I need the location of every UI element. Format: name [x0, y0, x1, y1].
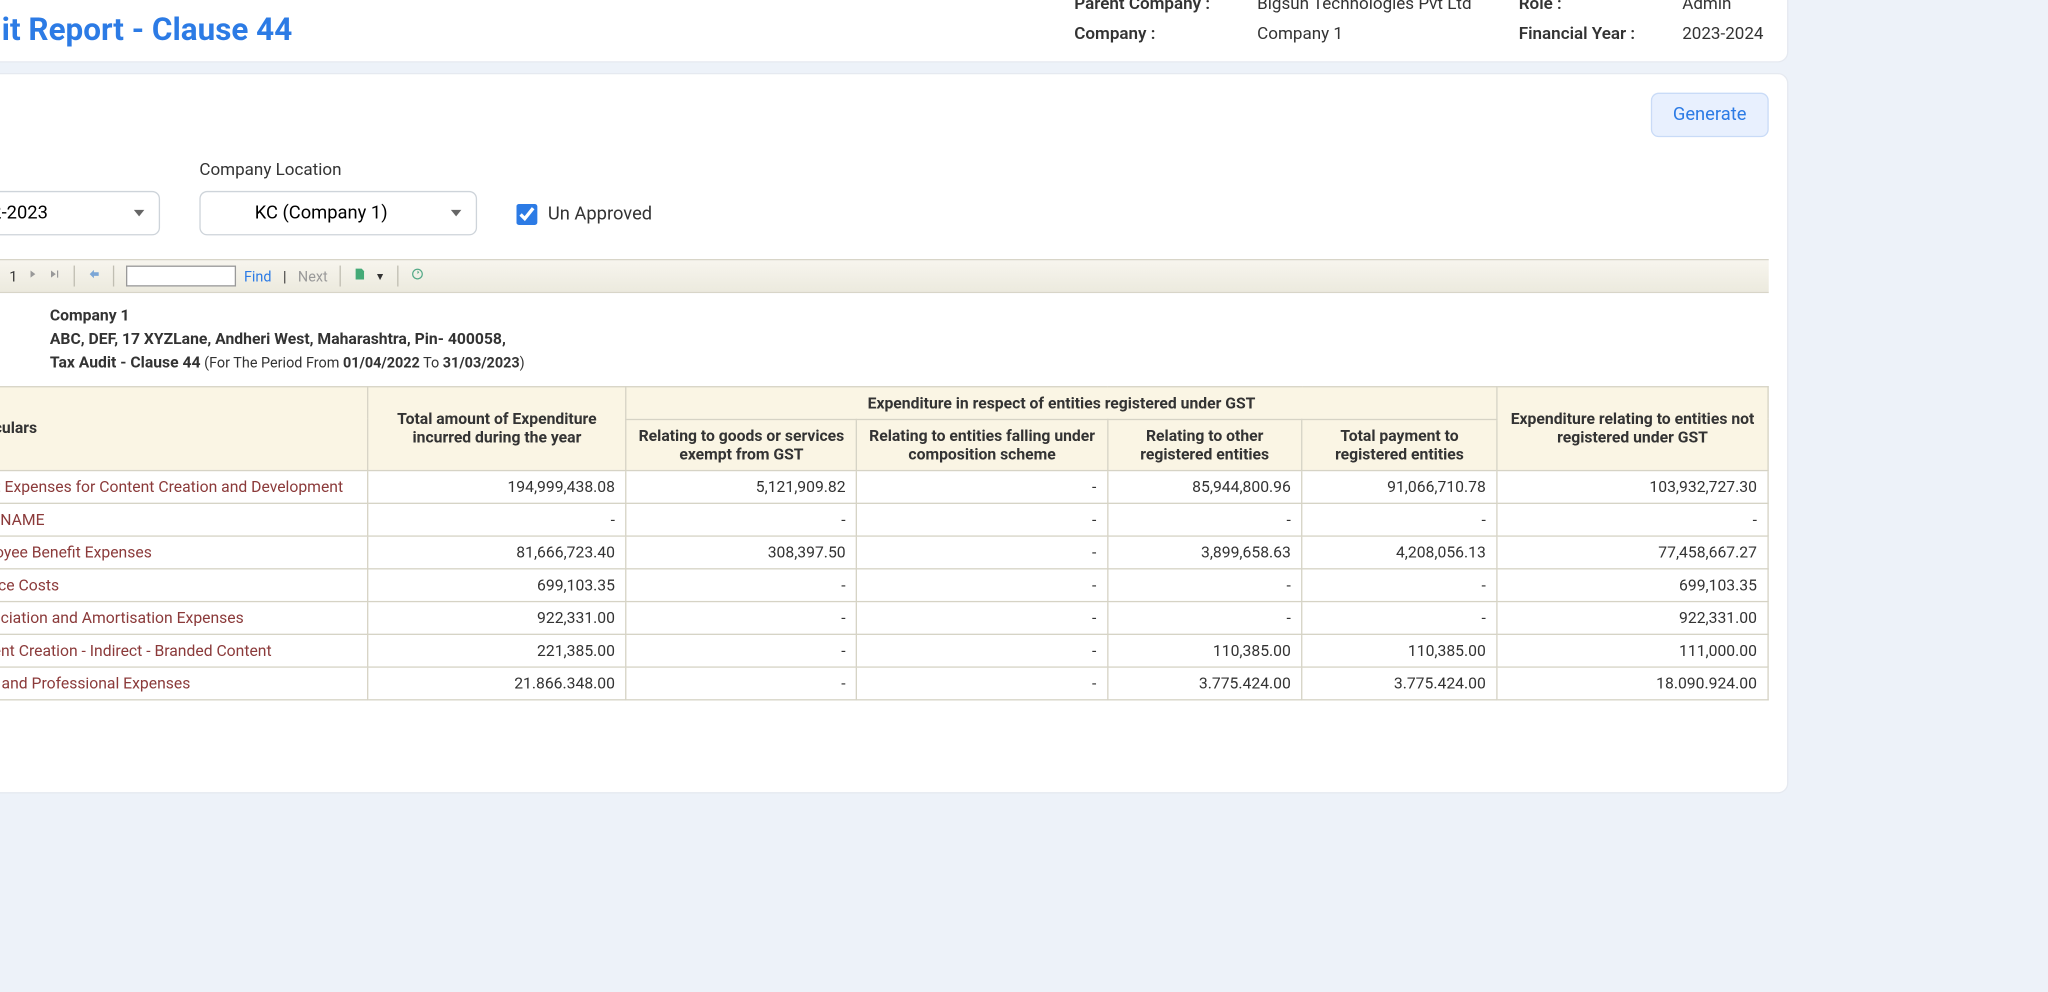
cell-c3: -	[857, 666, 1108, 699]
cell-c5: 110,385.00	[1302, 634, 1497, 667]
table-row: 6 Content Creation - Indirect - Branded …	[0, 634, 1768, 667]
col-totalpay: Total payment to registered entities	[1302, 419, 1497, 470]
table-row: 1 Direct Expenses for Content Creation a…	[0, 470, 1768, 503]
table-row: 5 Depreciation and Amortisation Expenses…	[0, 601, 1768, 634]
parent-company-label: Parent Company :	[1074, 0, 1210, 13]
find-link[interactable]: Find	[244, 268, 272, 285]
col-total: Total amount of Expenditure incurred dur…	[368, 386, 626, 470]
cell-c3: -	[857, 470, 1108, 503]
cell-c6: 922,331.00	[1497, 601, 1768, 634]
cell-c3: -	[857, 634, 1108, 667]
loc-filter-label: Company Location	[199, 161, 477, 181]
generate-button[interactable]: Generate	[1651, 93, 1769, 138]
cell-c4: 85,944,800.96	[1107, 470, 1302, 503]
next-link[interactable]: Next	[298, 268, 328, 285]
export-icon[interactable]	[353, 267, 367, 285]
unapproved-checkbox[interactable]	[516, 204, 537, 225]
cell-c1: 21.866.348.00	[368, 666, 626, 699]
fy-select[interactable]: 2022-2023	[0, 191, 160, 236]
next-page-icon[interactable]	[25, 267, 39, 285]
cell-c2: 5,121,909.82	[626, 470, 857, 503]
cell-c2: -	[626, 568, 857, 601]
cell-c1: 81,666,723.40	[368, 535, 626, 568]
report-address: ABC, DEF, 17 XYZLane, Andheri West, Maha…	[50, 330, 506, 348]
report-toolbar: of 1 Find | Next ▼	[0, 259, 1769, 293]
table-row: 7 Legal and Professional Expenses 21.866…	[0, 666, 1768, 699]
cell-c3: -	[857, 568, 1108, 601]
fy-value: 2023-2024	[1682, 24, 1763, 44]
cell-c2: 308,397.50	[626, 535, 857, 568]
unapproved-label: Un Approved	[548, 204, 652, 225]
page-title: Tax Audit Report - Clause 44	[0, 11, 292, 48]
col-exempt: Relating to goods or services exempt fro…	[626, 419, 857, 470]
cell-c6: -	[1497, 503, 1768, 536]
cell-c5: -	[1302, 503, 1497, 536]
col-comp: Relating to entities falling under compo…	[857, 419, 1108, 470]
cell-c5: 4,208,056.13	[1302, 535, 1497, 568]
cell-part: TEST NAME	[0, 503, 368, 536]
company-label: Company :	[1074, 24, 1210, 44]
cell-part: Legal and Professional Expenses	[0, 666, 368, 699]
cell-c4: 3.775.424.00	[1107, 666, 1302, 699]
col-other: Relating to other registered entities	[1107, 419, 1302, 470]
cell-part: Depreciation and Amortisation Expenses	[0, 601, 368, 634]
cell-part: Content Creation - Indirect - Branded Co…	[0, 634, 368, 667]
cell-c1: 194,999,438.08	[368, 470, 626, 503]
cell-c2: -	[626, 601, 857, 634]
report-company: Company 1	[50, 306, 130, 324]
cell-c5: 91,066,710.78	[1302, 470, 1497, 503]
role-value: Admin	[1682, 0, 1763, 13]
cell-c6: 699,103.35	[1497, 568, 1768, 601]
cell-c6: 18.090.924.00	[1497, 666, 1768, 699]
fy-filter-label: Financial Year	[0, 161, 160, 181]
cell-c3: -	[857, 601, 1108, 634]
role-label: Role :	[1519, 0, 1635, 13]
table-row: 4 Finance Costs 699,103.35 - - - - 699,1…	[0, 568, 1768, 601]
welcome-text: Welcome to	[0, 0, 292, 9]
cell-c1: 221,385.00	[368, 634, 626, 667]
location-select[interactable]: KC (Company 1)	[199, 191, 477, 236]
cell-c6: 103,932,727.30	[1497, 470, 1768, 503]
cell-c4: -	[1107, 568, 1302, 601]
last-page-icon[interactable]	[47, 267, 61, 285]
cell-part: Employee Benefit Expenses	[0, 535, 368, 568]
cell-part: Finance Costs	[0, 568, 368, 601]
find-input[interactable]	[126, 266, 236, 287]
page-total: 1	[9, 268, 17, 285]
col-part: Particulars	[0, 386, 368, 470]
cell-c1: -	[368, 503, 626, 536]
cell-c5: 3.775.424.00	[1302, 666, 1497, 699]
table-row: 2 TEST NAME - - - - - -	[0, 503, 1768, 536]
table-row: 3 Employee Benefit Expenses 81,666,723.4…	[0, 535, 1768, 568]
cell-c2: -	[626, 666, 857, 699]
cell-part: Direct Expenses for Content Creation and…	[0, 470, 368, 503]
cell-c5: -	[1302, 601, 1497, 634]
fy-label: Financial Year :	[1519, 24, 1635, 44]
refresh-icon[interactable]	[410, 267, 424, 285]
back-icon[interactable]	[87, 267, 101, 285]
company-value: Company 1	[1257, 24, 1471, 44]
cell-c4: 110,385.00	[1107, 634, 1302, 667]
cell-c6: 111,000.00	[1497, 634, 1768, 667]
report-table: Sr. No. Particulars Total amount of Expe…	[0, 385, 1769, 699]
cell-c3: -	[857, 503, 1108, 536]
col-group: Expenditure in respect of entities regis…	[626, 386, 1497, 419]
report-title: Tax Audit - Clause 44	[50, 353, 201, 371]
cell-c4: 3,899,658.63	[1107, 535, 1302, 568]
cell-c3: -	[857, 535, 1108, 568]
cell-c4: -	[1107, 601, 1302, 634]
col-notreg: Expenditure relating to entities not reg…	[1497, 386, 1768, 470]
cell-c6: 77,458,667.27	[1497, 535, 1768, 568]
cell-c2: -	[626, 634, 857, 667]
cell-c1: 699,103.35	[368, 568, 626, 601]
parent-company-value: Bigsun Technologies Pvt Ltd	[1257, 0, 1471, 13]
cell-c1: 922,331.00	[368, 601, 626, 634]
cell-c5: -	[1302, 568, 1497, 601]
cell-c2: -	[626, 503, 857, 536]
cell-c4: -	[1107, 503, 1302, 536]
